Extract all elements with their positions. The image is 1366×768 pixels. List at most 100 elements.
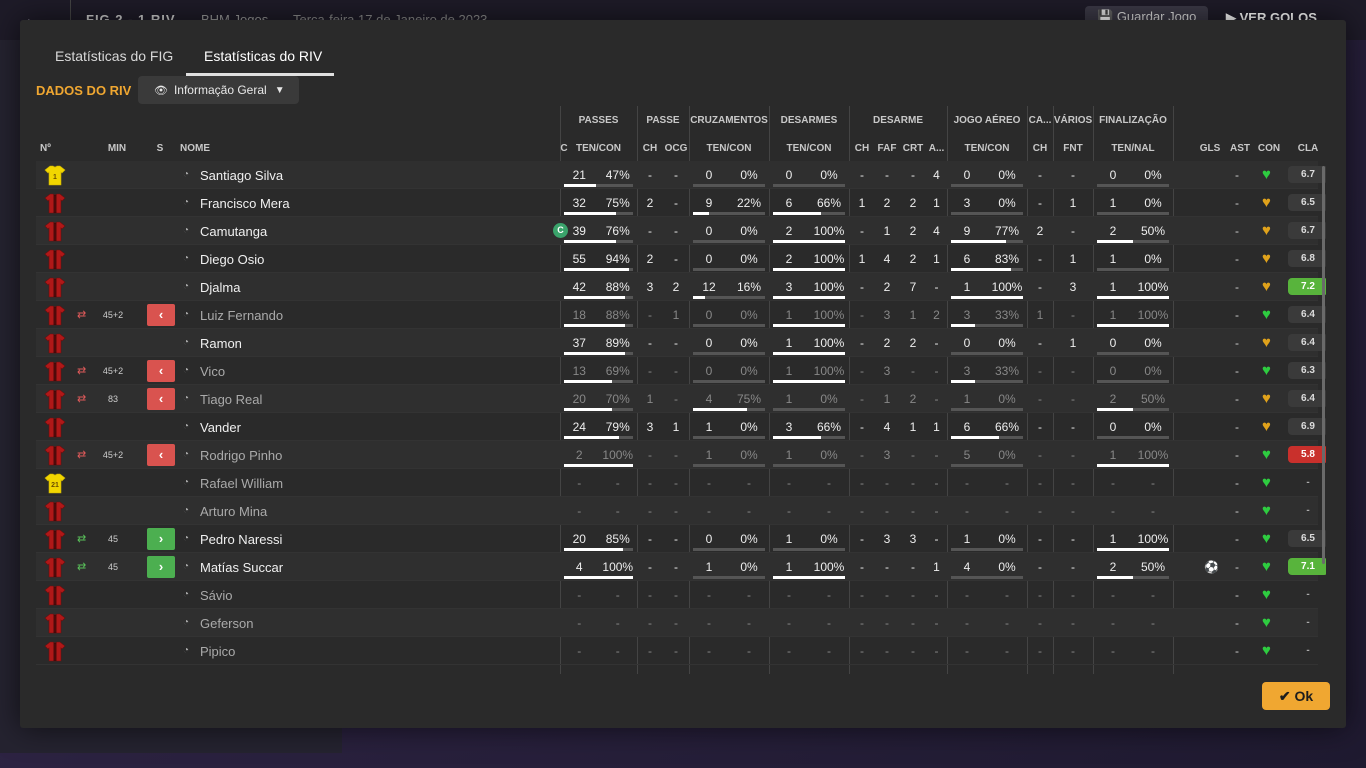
player-name[interactable]: Pipico	[200, 644, 235, 659]
sub-minute: 45+2	[102, 310, 124, 320]
desarme-a: -	[934, 280, 939, 294]
col-header-ch2[interactable]: CH	[850, 143, 874, 154]
player-name[interactable]: Santiago Silva	[200, 168, 283, 183]
table-row[interactable]: ◔ Ramon 37 89% - -0 0% 1 100% -2 2-0 0% -1 0 0% - ♥ 6.4	[36, 329, 1326, 357]
player-name[interactable]: Rafael William	[200, 476, 283, 491]
col-header-con[interactable]: CON	[1254, 143, 1284, 154]
player-name[interactable]: Camutanga	[200, 224, 267, 239]
player-name[interactable]: Matías Succar	[200, 560, 283, 575]
assists: -	[1235, 560, 1239, 574]
table-row[interactable]: ⇄ 45 › ◔ Matías Succar 4 100% - -1 0% 1 100% - - -1 4 0%…	[36, 553, 1326, 581]
fi-count: 1	[1109, 252, 1117, 266]
table-row[interactable]: ◔ Vander 24 79% 3 1 1 0% 3 66% - 4 1 1 6 66% - - 0 0% - ♥ 6.9	[36, 413, 1326, 441]
shirt-icon	[44, 612, 66, 634]
col-header-ocg[interactable]: OCG	[662, 143, 690, 154]
player-name[interactable]: Francisco Mera	[200, 196, 290, 211]
table-row[interactable]: 1 ◔ Santiago Silva 21 47% - - 0 0% 0 0% - - - 4 0 0% - - 0 0…	[36, 161, 1326, 189]
table-row[interactable]: ◔ Diego Osio 55 94% 2 - 0 0% 2 100% 1 4 2 1 6 83% - 1 1 0% -…	[36, 245, 1326, 273]
col-header-desarmes[interactable]: TEN/CON	[769, 143, 849, 154]
col-header-a[interactable]: A...	[926, 143, 947, 154]
col-header-num[interactable]: Nº	[40, 143, 60, 154]
shirt-icon	[44, 332, 66, 354]
col-header-cla[interactable]: CLA	[1288, 143, 1326, 154]
table-row[interactable]: ⇄ 45+2 ‹ ◔ Luiz Fernando 18 88% -1 0 0% 1 100% -3 1 2 3…	[36, 301, 1326, 329]
ok-button[interactable]: ✔ Ok	[1262, 682, 1330, 710]
col-header-ast[interactable]: AST	[1226, 143, 1254, 154]
fi-bar-track	[1097, 268, 1169, 271]
col-header-min[interactable]: MIN	[102, 143, 132, 154]
player-name[interactable]: Sávio	[200, 588, 233, 603]
ca-ch: -	[1038, 644, 1042, 658]
cr-bar-fill	[693, 212, 709, 215]
de-bar-fill	[773, 324, 845, 327]
player-rating: 7.2	[1288, 278, 1326, 295]
col-header-finalizacao[interactable]: TEN/NAL	[1093, 143, 1173, 154]
cr-count: 0	[705, 224, 713, 238]
scrollbar[interactable]	[1322, 166, 1325, 564]
player-name[interactable]: Arturo Mina	[200, 504, 267, 519]
col-header-gls[interactable]: GLS	[1196, 143, 1224, 154]
col-header-s[interactable]: S	[152, 143, 168, 154]
fi-count: -	[1111, 504, 1115, 518]
varios-fnt: -	[1071, 224, 1075, 238]
player-name[interactable]: Rodrigo Pinho	[200, 448, 282, 463]
ae-pct: 33%	[994, 364, 1020, 378]
tab-riv-stats[interactable]: Estatísticas do RIV	[204, 48, 322, 64]
desarme-a: 4	[933, 168, 940, 182]
player-name[interactable]: Geferson	[200, 616, 253, 631]
player-name[interactable]: Tiago Real	[200, 392, 262, 407]
player-rating: 6.4	[1288, 334, 1326, 351]
varios-fnt: -	[1071, 364, 1075, 378]
desarme-faf: -	[885, 560, 889, 574]
player-name[interactable]: Vander	[200, 420, 241, 435]
ae-pct: 77%	[994, 224, 1020, 238]
de-count: 1	[785, 308, 793, 322]
table-row[interactable]: ⇄ 45+2 ‹ ◔ Vico 13 69% - - 0 0% 1 100% - 3 - - 3 33% - - 0 0% -…	[36, 357, 1326, 385]
ca-ch: -	[1038, 392, 1042, 406]
fi-pct: 100%	[1137, 280, 1169, 294]
ae-pct: 83%	[994, 252, 1020, 266]
p-count: 55	[572, 252, 586, 266]
fi-count: 0	[1109, 336, 1117, 350]
col-header-fnt[interactable]: FNT	[1053, 143, 1093, 154]
col-header-passes[interactable]: TEN/CON	[560, 143, 637, 154]
player-name[interactable]: Ramon	[200, 336, 242, 351]
table-row[interactable]: ◔ Arturo Mina - - - - - - - - - - - - - - - - - - - ♥ -	[36, 497, 1318, 525]
passes-ocg: -	[674, 560, 678, 574]
table-row[interactable]: ◔ Geferson - - - - - - - - - - - - - - - - - - - ♥ -	[36, 609, 1318, 637]
cr-pct: 0%	[740, 364, 758, 378]
player-name[interactable]: Djalma	[200, 280, 240, 295]
ae-pct: 0%	[998, 448, 1016, 462]
player-name[interactable]: Diego Osio	[200, 252, 264, 267]
goal-ball-icon: ⚽	[1204, 560, 1219, 574]
player-name[interactable]: Pedro Naressi	[200, 532, 282, 547]
de-pct: 100%	[813, 252, 845, 266]
passes-ocg: -	[674, 532, 678, 546]
table-row[interactable]: ◔ Camutanga C 39 76% - -0 0% 2 100% -1 2 4 9 77% 2-2 50%…	[36, 217, 1326, 245]
cr-count: -	[707, 476, 711, 490]
table-row[interactable]: ⇄ 45 › ◔ Pedro Naressi 20 85% - - 0 0% 1 0% - 3 3 - 1 0% - -…	[36, 525, 1326, 553]
col-header-jogo-aereo[interactable]: TEN/CON	[947, 143, 1027, 154]
player-name[interactable]: Luiz Fernando	[200, 308, 283, 323]
table-row[interactable]: ◔ Djalma 42 88% 3 2 12 16% 3 100% - 2 7 - 1 100% - 3 1 100%…	[36, 273, 1326, 301]
col-header-crt[interactable]: CRT	[900, 143, 926, 154]
desarme-a: -	[934, 448, 939, 462]
info-filter-dropdown[interactable]: 👁 Informação Geral ▼	[138, 76, 299, 104]
col-header-ch3[interactable]: CH	[1027, 143, 1053, 154]
ae-count: 3	[963, 308, 971, 322]
ae-pct: 0%	[998, 336, 1016, 350]
table-row[interactable]: ◔ Francisco Mera 32 75% 2 - 9 22% 6 66% 1 2 2 1 3 0% - 1 1…	[36, 189, 1326, 217]
col-header-faf[interactable]: FAF	[874, 143, 900, 154]
tab-fig-stats[interactable]: Estatísticas do FIG	[55, 48, 173, 64]
ae-pct: -	[1005, 644, 1009, 658]
table-row[interactable]: 21 ◔ Rafael William - - - - - - - - - - - - - - - - - - - ♥ -	[36, 469, 1318, 497]
table-row[interactable]: ◔ Pipico - - - - - - - - - - - - - - - - - - - ♥ -	[36, 637, 1318, 665]
player-name[interactable]: Vico	[200, 364, 225, 379]
table-row[interactable]: ◔ Sávio - - - - - - - - - - - - - - - - - - - ♥ -	[36, 581, 1318, 609]
col-header-nome[interactable]: NOME	[180, 143, 240, 154]
table-row[interactable]: ⇄ 45+2 ‹ ◔ Rodrigo Pinho 2 100% - -1 0% 1 0% -3- -5 0%…	[36, 441, 1326, 469]
desarme-crt: 2	[909, 196, 917, 210]
col-header-cruzamentos[interactable]: TEN/CON	[689, 143, 769, 154]
col-header-ch[interactable]: CH	[638, 143, 662, 154]
table-row[interactable]: ⇄ 83 ‹ ◔ Tiago Real 20 70% 1 - 4 75% 1 0% - 1 2 - 1 0% - - 2 5…	[36, 385, 1326, 413]
